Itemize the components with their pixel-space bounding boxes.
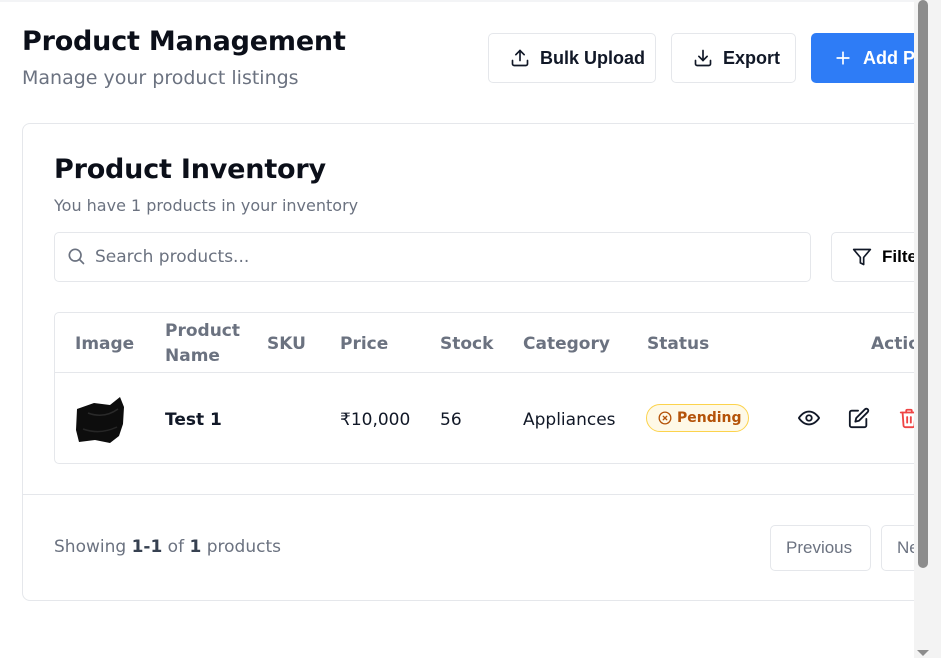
card-footer-divider	[23, 494, 914, 495]
plus-icon	[836, 51, 850, 65]
pagination-summary: Showing 1-1 of 1 products	[54, 537, 281, 557]
export-label: Export	[723, 47, 781, 68]
product-thumbnail	[76, 397, 124, 443]
status-badge: Pending	[646, 404, 749, 432]
column-header-product: Product	[165, 321, 240, 341]
delete-icon[interactable]	[898, 407, 914, 429]
bulk-upload-label: Bulk Upload	[540, 47, 646, 68]
page-title: Product Management	[22, 26, 346, 57]
product-inventory-card: Product Inventory You have 1 products in…	[22, 123, 914, 601]
edit-icon[interactable]	[848, 407, 870, 429]
previous-page-button[interactable]: Previous	[770, 525, 871, 571]
add-product-label: Add Pr	[863, 47, 914, 68]
summary-range: 1-1	[131, 537, 163, 557]
download-icon	[694, 49, 712, 67]
vertical-scrollbar[interactable]	[914, 0, 941, 658]
column-header-category: Category	[523, 334, 610, 354]
search-input[interactable]	[95, 241, 795, 273]
top-border	[0, 0, 914, 2]
column-header-stock: Stock	[440, 334, 494, 354]
column-header-price: Price	[340, 334, 389, 354]
status-badge-label: Pending	[677, 410, 742, 426]
search-icon	[68, 248, 85, 265]
summary-total: 1	[189, 537, 202, 557]
column-header-actions: Actio	[871, 334, 914, 354]
summary-of: of	[162, 537, 190, 557]
filter-icon	[852, 248, 872, 266]
header-divider	[55, 372, 914, 373]
search-box	[54, 232, 811, 282]
filter-button[interactable]: Filte	[831, 232, 914, 282]
page-subtitle: Manage your product listings	[22, 67, 299, 89]
app-viewport: Product Management Manage your product l…	[0, 0, 914, 658]
add-product-button[interactable]: Add Pr	[811, 33, 914, 83]
summary-prefix: Showing	[54, 537, 132, 557]
price-cell: ₹10,000	[340, 410, 411, 430]
x-circle-icon	[658, 411, 672, 425]
card-title: Product Inventory	[54, 154, 326, 185]
stock-cell: 56	[440, 410, 462, 430]
export-button[interactable]: Export	[671, 33, 796, 83]
upload-icon	[511, 49, 529, 67]
column-header-name: Name	[165, 346, 220, 366]
scrollbar-thumb[interactable]	[918, 0, 928, 568]
column-header-status: Status	[647, 334, 710, 354]
scroll-down-arrow-icon[interactable]	[917, 650, 929, 656]
next-page-button[interactable]: Ne	[881, 525, 914, 571]
bulk-upload-button[interactable]: Bulk Upload	[488, 33, 656, 83]
column-header-sku: SKU	[267, 334, 306, 354]
column-header-image: Image	[75, 334, 135, 354]
card-subtitle: You have 1 products in your inventory	[54, 196, 359, 215]
summary-suffix: products	[201, 537, 281, 557]
filter-label: Filte	[882, 247, 914, 266]
category-cell: Appliances	[523, 410, 616, 430]
product-table: Image Product Name SKU Price Stock Categ…	[54, 312, 914, 464]
product-name-cell: Test 1	[165, 410, 222, 430]
view-icon[interactable]	[798, 407, 820, 429]
